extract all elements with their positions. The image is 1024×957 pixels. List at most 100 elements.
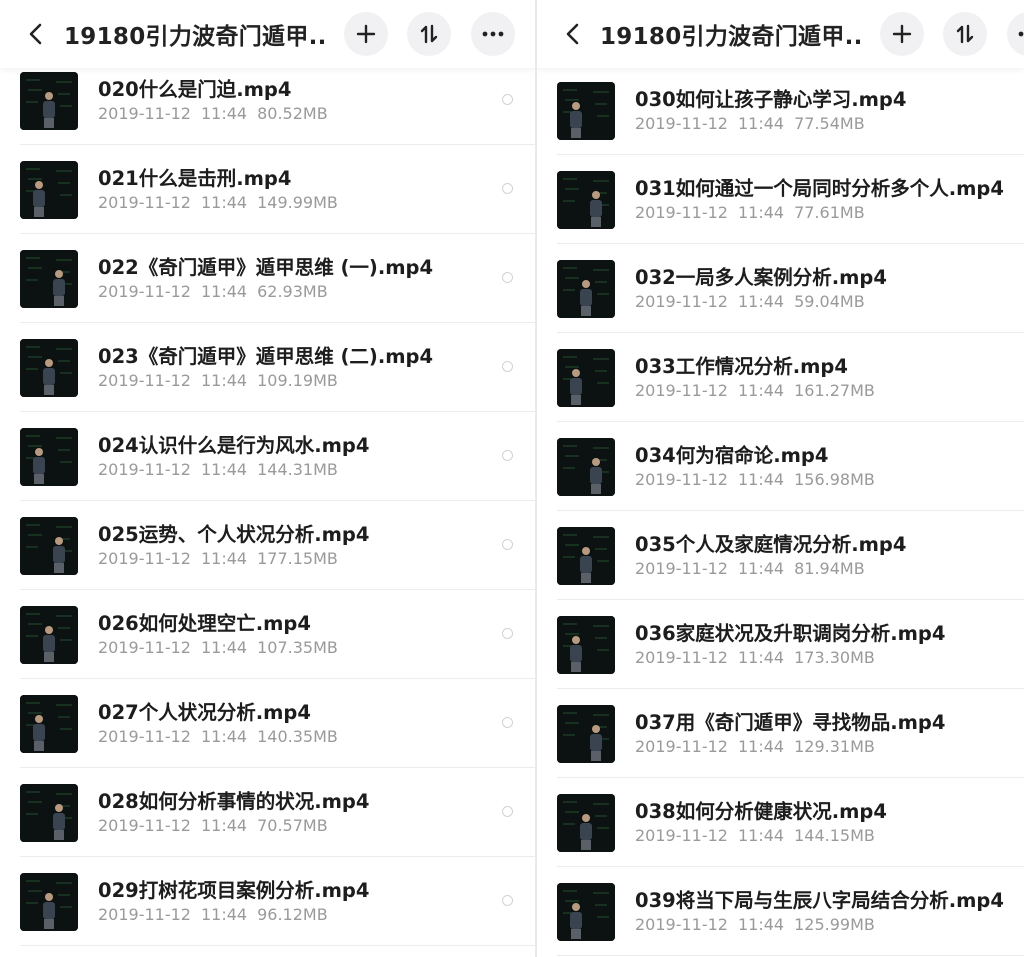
list-item[interactable]: 021什么是击刑.mp4 2019-11-12 11:44 149.99MB bbox=[20, 146, 535, 234]
file-date: 2019-11-12 bbox=[98, 193, 191, 212]
divider bbox=[557, 866, 1024, 867]
file-name: 025运势、个人状况分析.mp4 bbox=[98, 523, 370, 546]
video-thumbnail bbox=[557, 260, 615, 318]
video-thumbnail bbox=[557, 82, 615, 140]
list-item[interactable]: 034何为宿命论.mp4 2019-11-12 11:44 156.98MB bbox=[557, 423, 1024, 511]
file-name: 036家庭状况及升职调岗分析.mp4 bbox=[635, 622, 946, 645]
back-button[interactable] bbox=[22, 20, 50, 48]
list-item[interactable]: 032一局多人案例分析.mp4 2019-11-12 11:44 59.04MB bbox=[557, 245, 1024, 333]
file-name: 031如何通过一个局同时分析多个人.mp4 bbox=[635, 177, 1004, 200]
divider bbox=[557, 777, 1024, 778]
file-time: 11:44 bbox=[200, 816, 248, 835]
back-button[interactable] bbox=[559, 20, 587, 48]
divider bbox=[20, 767, 535, 768]
list-item[interactable]: 035个人及家庭情况分析.mp4 2019-11-12 11:44 81.94MB bbox=[557, 512, 1024, 600]
file-size: 107.35MB bbox=[257, 638, 338, 657]
divider bbox=[20, 233, 535, 234]
file-size: 144.15MB bbox=[794, 826, 875, 845]
select-radio[interactable] bbox=[502, 94, 513, 105]
file-size: 70.57MB bbox=[257, 816, 328, 835]
file-time: 11:44 bbox=[737, 203, 785, 222]
file-date: 2019-11-12 bbox=[635, 470, 728, 489]
video-thumbnail bbox=[20, 161, 78, 219]
list-item[interactable]: 026如何处理空亡.mp4 2019-11-12 11:44 107.35MB bbox=[20, 591, 535, 679]
list-item[interactable]: 033工作情况分析.mp4 2019-11-12 11:44 161.27MB bbox=[557, 334, 1024, 422]
select-radio[interactable] bbox=[502, 539, 513, 550]
file-time: 11:44 bbox=[737, 292, 785, 311]
select-radio[interactable] bbox=[502, 272, 513, 283]
list-item[interactable]: 027个人状况分析.mp4 2019-11-12 11:44 140.35MB bbox=[20, 680, 535, 768]
select-radio[interactable] bbox=[502, 895, 513, 906]
file-date: 2019-11-12 bbox=[98, 371, 191, 390]
file-time: 11:44 bbox=[200, 638, 248, 657]
file-meta: 2019-11-12 11:44 161.27MB bbox=[635, 381, 885, 400]
divider bbox=[557, 243, 1024, 244]
select-radio[interactable] bbox=[502, 450, 513, 461]
list-item[interactable]: 031如何通过一个局同时分析多个人.mp4 2019-11-12 11:44 77.… bbox=[557, 156, 1024, 244]
divider bbox=[20, 411, 535, 412]
divider bbox=[20, 856, 535, 857]
top-bar: 19180引力波奇门遁甲... bbox=[0, 0, 535, 68]
more-button[interactable] bbox=[1007, 12, 1024, 56]
file-size: 81.94MB bbox=[794, 559, 865, 578]
sort-button[interactable] bbox=[943, 12, 987, 56]
more-button[interactable] bbox=[471, 12, 515, 56]
divider bbox=[557, 421, 1024, 422]
list-item[interactable]: 036家庭状况及升职调岗分析.mp4 2019-11-12 11:44 173.30… bbox=[557, 601, 1024, 689]
select-radio[interactable] bbox=[502, 361, 513, 372]
divider bbox=[20, 678, 535, 679]
divider bbox=[20, 144, 535, 145]
file-name: 037用《奇门遁甲》寻找物品.mp4 bbox=[635, 711, 946, 734]
file-meta: 2019-11-12 11:44 109.19MB bbox=[98, 371, 348, 390]
file-size: 177.15MB bbox=[257, 549, 338, 568]
add-button[interactable] bbox=[880, 12, 924, 56]
file-time: 11:44 bbox=[200, 727, 248, 746]
file-name: 022《奇门遁甲》遁甲思维 (一).mp4 bbox=[98, 256, 434, 279]
divider bbox=[20, 945, 535, 946]
page-title: 19180引力波奇门遁甲... bbox=[64, 24, 326, 50]
video-thumbnail bbox=[557, 171, 615, 229]
video-thumbnail bbox=[20, 428, 78, 486]
file-meta: 2019-11-12 11:44 80.52MB bbox=[98, 104, 338, 123]
file-size: 77.54MB bbox=[794, 114, 865, 133]
file-date: 2019-11-12 bbox=[635, 915, 728, 934]
video-thumbnail bbox=[20, 695, 78, 753]
divider bbox=[20, 589, 535, 590]
list-item[interactable]: 039将当下局与生辰八字局结合分析.mp4 2019-11-12 11:44 125… bbox=[557, 868, 1024, 956]
file-date: 2019-11-12 bbox=[635, 737, 728, 756]
sort-icon bbox=[956, 24, 974, 44]
file-name: 034何为宿命论.mp4 bbox=[635, 444, 829, 467]
select-radio[interactable] bbox=[502, 717, 513, 728]
file-meta: 2019-11-12 11:44 77.61MB bbox=[635, 203, 875, 222]
list-item[interactable]: 030如何让孩子静心学习.mp4 2019-11-12 11:44 77.54MB bbox=[557, 67, 1024, 155]
list-item[interactable]: 025运势、个人状况分析.mp4 2019-11-12 11:44 177.15MB bbox=[20, 502, 535, 590]
file-meta: 2019-11-12 11:44 173.30MB bbox=[635, 648, 885, 667]
file-name: 028如何分析事情的状况.mp4 bbox=[98, 790, 370, 813]
list-item[interactable]: 024认识什么是行为风水.mp4 2019-11-12 11:44 144.31MB bbox=[20, 413, 535, 501]
more-icon bbox=[1018, 31, 1024, 37]
list-item[interactable]: 022《奇门遁甲》遁甲思维 (一).mp4 2019-11-12 11:44 62.… bbox=[20, 235, 535, 323]
list-item[interactable]: 023《奇门遁甲》遁甲思维 (二).mp4 2019-11-12 11:44 109… bbox=[20, 324, 535, 412]
list-item[interactable]: 028如何分析事情的状况.mp4 2019-11-12 11:44 70.57MB bbox=[20, 769, 535, 857]
list-item[interactable]: 038如何分析健康状况.mp4 2019-11-12 11:44 144.15MB bbox=[557, 779, 1024, 867]
list-item[interactable]: 037用《奇门遁甲》寻找物品.mp4 2019-11-12 11:44 129.31… bbox=[557, 690, 1024, 778]
select-radio[interactable] bbox=[502, 806, 513, 817]
file-time: 11:44 bbox=[200, 549, 248, 568]
file-meta: 2019-11-12 11:44 96.12MB bbox=[98, 905, 338, 924]
sort-button[interactable] bbox=[407, 12, 451, 56]
file-meta: 2019-11-12 11:44 62.93MB bbox=[98, 282, 338, 301]
add-button[interactable] bbox=[344, 12, 388, 56]
file-meta: 2019-11-12 11:44 140.35MB bbox=[98, 727, 348, 746]
list-item[interactable]: 029打树花项目案例分析.mp4 2019-11-12 11:44 96.12MB bbox=[20, 858, 535, 946]
file-time: 11:44 bbox=[200, 371, 248, 390]
file-size: 173.30MB bbox=[794, 648, 875, 667]
file-meta: 2019-11-12 11:44 149.99MB bbox=[98, 193, 348, 212]
select-radio[interactable] bbox=[502, 628, 513, 639]
file-meta: 2019-11-12 11:44 129.31MB bbox=[635, 737, 885, 756]
file-date: 2019-11-12 bbox=[635, 826, 728, 845]
file-size: 149.99MB bbox=[257, 193, 338, 212]
file-size: 156.98MB bbox=[794, 470, 875, 489]
list-item[interactable]: 020什么是门迫.mp4 2019-11-12 11:44 80.52MB bbox=[20, 57, 535, 145]
file-time: 11:44 bbox=[737, 648, 785, 667]
select-radio[interactable] bbox=[502, 183, 513, 194]
